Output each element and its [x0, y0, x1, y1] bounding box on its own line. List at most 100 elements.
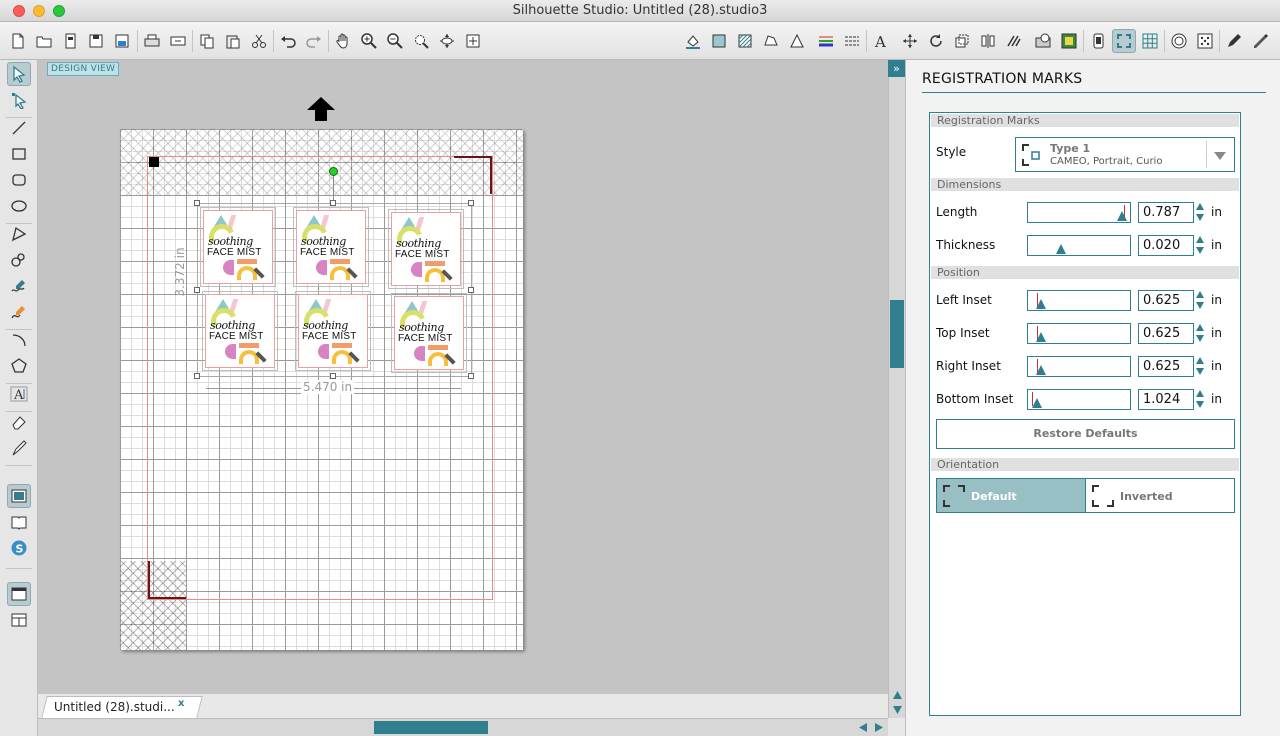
- slider-thumb[interactable]: [1056, 244, 1066, 254]
- open-folder-icon[interactable]: [32, 29, 56, 53]
- regular-polygon-icon[interactable]: [7, 354, 31, 378]
- rotate-handle[interactable]: [329, 167, 338, 176]
- send-icon[interactable]: [1248, 29, 1272, 53]
- eraser-icon[interactable]: [7, 410, 31, 434]
- collapse-panel-icon[interactable]: »: [888, 60, 905, 77]
- replicate-icon[interactable]: [1002, 29, 1026, 53]
- open-library-icon[interactable]: [58, 29, 82, 53]
- left-inset-input[interactable]: 0.625: [1138, 290, 1194, 311]
- thickness-input[interactable]: 0.020: [1138, 235, 1194, 256]
- right-inset-input[interactable]: 0.625: [1138, 356, 1194, 377]
- offset-icon[interactable]: [1031, 29, 1055, 53]
- fill-pattern-icon[interactable]: [733, 29, 757, 53]
- orientation-default-button[interactable]: Default: [936, 478, 1086, 513]
- sketch-icon[interactable]: [7, 274, 31, 298]
- arc-icon[interactable]: [7, 328, 31, 352]
- registration-marks-icon[interactable]: [1112, 29, 1136, 53]
- resize-handle[interactable]: [194, 200, 200, 206]
- slider-thumb[interactable]: [1036, 332, 1046, 342]
- length-input[interactable]: 0.787: [1138, 202, 1194, 223]
- right-inset-stepper[interactable]: [1196, 356, 1204, 377]
- slider-thumb[interactable]: [1117, 211, 1127, 221]
- scale-icon[interactable]: [950, 29, 974, 53]
- align-icon[interactable]: [976, 29, 1000, 53]
- pixscan-icon[interactable]: [1193, 29, 1217, 53]
- resize-handle[interactable]: [330, 373, 336, 379]
- drag-zoom-icon[interactable]: [435, 29, 459, 53]
- text-style-icon[interactable]: A: [869, 29, 893, 53]
- zoom-selected-icon[interactable]: [409, 29, 433, 53]
- top-inset-stepper[interactable]: [1196, 323, 1204, 344]
- smooth-freehand-icon[interactable]: [7, 300, 31, 324]
- transform-icon[interactable]: [898, 29, 922, 53]
- save-to-library-icon[interactable]: [110, 29, 134, 53]
- thickness-stepper[interactable]: [1196, 235, 1204, 256]
- cut-settings-icon[interactable]: [1167, 29, 1191, 53]
- slider-thumb[interactable]: [1036, 365, 1046, 375]
- sticker-design[interactable]: soothing FACE MIST: [391, 293, 467, 373]
- trace-icon[interactable]: [1057, 29, 1081, 53]
- line-weight-icon[interactable]: [814, 29, 838, 53]
- page-setup-icon[interactable]: [7, 582, 31, 606]
- scroll-up-icon[interactable]: [892, 690, 903, 700]
- left-inset-stepper[interactable]: [1196, 290, 1204, 311]
- scissors-icon[interactable]: [247, 29, 271, 53]
- resize-handle[interactable]: [468, 373, 474, 379]
- line-color-icon[interactable]: [759, 29, 783, 53]
- freehand-icon[interactable]: [7, 248, 31, 272]
- grid-icon[interactable]: [1138, 29, 1162, 53]
- print-icon[interactable]: [140, 29, 164, 53]
- design-canvas[interactable]: DESIGN VIEW 3.372 in 5.470 in soothing F…: [38, 60, 888, 694]
- resize-handle[interactable]: [194, 373, 200, 379]
- new-document-icon[interactable]: [6, 29, 30, 53]
- zoom-in-icon[interactable]: [357, 29, 381, 53]
- top-inset-input[interactable]: 0.625: [1138, 323, 1194, 344]
- sketch-pen-icon[interactable]: [1222, 29, 1246, 53]
- library-icon[interactable]: [7, 510, 31, 534]
- rotate-icon[interactable]: [924, 29, 948, 53]
- scroll-right-icon[interactable]: [874, 722, 884, 733]
- fit-to-page-icon[interactable]: [461, 29, 485, 53]
- save-icon[interactable]: [84, 29, 108, 53]
- sticker-design[interactable]: soothing FACE MIST: [293, 207, 369, 287]
- slider-thumb[interactable]: [1036, 299, 1046, 309]
- bottom-inset-stepper[interactable]: [1196, 389, 1204, 410]
- text-icon[interactable]: A: [7, 382, 31, 406]
- bottom-inset-slider[interactable]: [1027, 389, 1131, 410]
- style-dropdown[interactable]: Type 1 CAMEO, Portrait, Curio: [1015, 137, 1235, 172]
- vertical-scroll-thumb[interactable]: [890, 300, 904, 368]
- sticker-design[interactable]: soothing FACE MIST: [295, 291, 371, 371]
- orientation-inverted-button[interactable]: Inverted: [1085, 478, 1235, 513]
- thickness-slider[interactable]: [1027, 235, 1131, 256]
- pan-hand-icon[interactable]: [331, 29, 355, 53]
- resize-handle[interactable]: [330, 200, 336, 206]
- store-icon[interactable]: S: [7, 536, 31, 560]
- close-tab-button[interactable]: x: [178, 698, 184, 709]
- sticker-design[interactable]: soothing FACE MIST: [200, 207, 276, 287]
- undo-icon[interactable]: [276, 29, 300, 53]
- ellipse-icon[interactable]: [7, 194, 31, 218]
- slider-thumb[interactable]: [1032, 398, 1042, 408]
- line-style-icon[interactable]: [785, 29, 809, 53]
- send-to-cutter-icon[interactable]: [166, 29, 190, 53]
- point-edit-icon[interactable]: [7, 88, 31, 112]
- right-inset-slider[interactable]: [1027, 356, 1131, 377]
- line-icon[interactable]: [7, 116, 31, 140]
- resize-handle[interactable]: [468, 287, 474, 293]
- polygon-icon[interactable]: [7, 222, 31, 246]
- fill-color-icon[interactable]: [681, 29, 705, 53]
- resize-handle[interactable]: [194, 287, 200, 293]
- top-inset-slider[interactable]: [1027, 323, 1131, 344]
- redo-icon[interactable]: [302, 29, 326, 53]
- bottom-inset-input[interactable]: 1.024: [1138, 389, 1194, 410]
- select-icon[interactable]: [7, 62, 31, 86]
- scroll-left-icon[interactable]: [858, 722, 868, 733]
- resize-handle[interactable]: [468, 200, 474, 206]
- zoom-out-icon[interactable]: [383, 29, 407, 53]
- restore-defaults-button[interactable]: Restore Defaults: [936, 419, 1235, 449]
- vertical-scrollbar[interactable]: [888, 60, 905, 718]
- left-inset-slider[interactable]: [1027, 290, 1131, 311]
- horizontal-scrollbar[interactable]: [38, 718, 888, 736]
- sticker-design[interactable]: soothing FACE MIST: [202, 291, 278, 371]
- rounded-rectangle-icon[interactable]: [7, 168, 31, 192]
